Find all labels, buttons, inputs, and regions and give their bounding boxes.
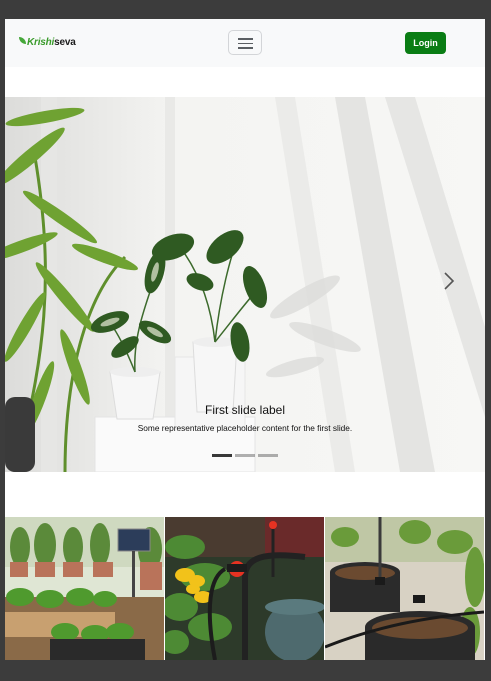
solar-panel-garden-icon: [5, 517, 164, 660]
brand-logo[interactable]: Krishi seva: [19, 34, 76, 50]
gallery-tile[interactable]: [5, 517, 164, 660]
drip-irrigation-flower-icon: [165, 517, 324, 660]
slide-caption: First slide label Some representative pl…: [5, 403, 485, 433]
hero-carousel: First slide label Some representative pl…: [5, 97, 485, 472]
image-gallery: [5, 517, 485, 660]
gallery-tile[interactable]: [165, 517, 324, 660]
carousel-indicator[interactable]: [258, 454, 278, 457]
carousel-indicators: [212, 454, 278, 457]
hamburger-icon: [238, 38, 253, 40]
chevron-right-icon[interactable]: [437, 265, 461, 297]
leaf-icon: [19, 36, 26, 44]
login-button[interactable]: Login: [405, 32, 446, 54]
carousel-indicator[interactable]: [212, 454, 232, 457]
page: Krishi seva Login First slide label Some…: [5, 19, 485, 660]
drip-irrigation-pots-icon: [325, 517, 484, 660]
slide-text: Some representative placeholder content …: [137, 423, 353, 433]
carousel-indicator[interactable]: [235, 454, 255, 457]
navbar-toggler-button[interactable]: [228, 30, 262, 55]
navbar: Krishi seva Login: [5, 19, 485, 67]
gallery-tile[interactable]: [325, 517, 484, 660]
slide-title: First slide label: [204, 403, 286, 417]
brand-part2: seva: [54, 36, 76, 48]
brand-part1: Krishi: [27, 36, 55, 48]
